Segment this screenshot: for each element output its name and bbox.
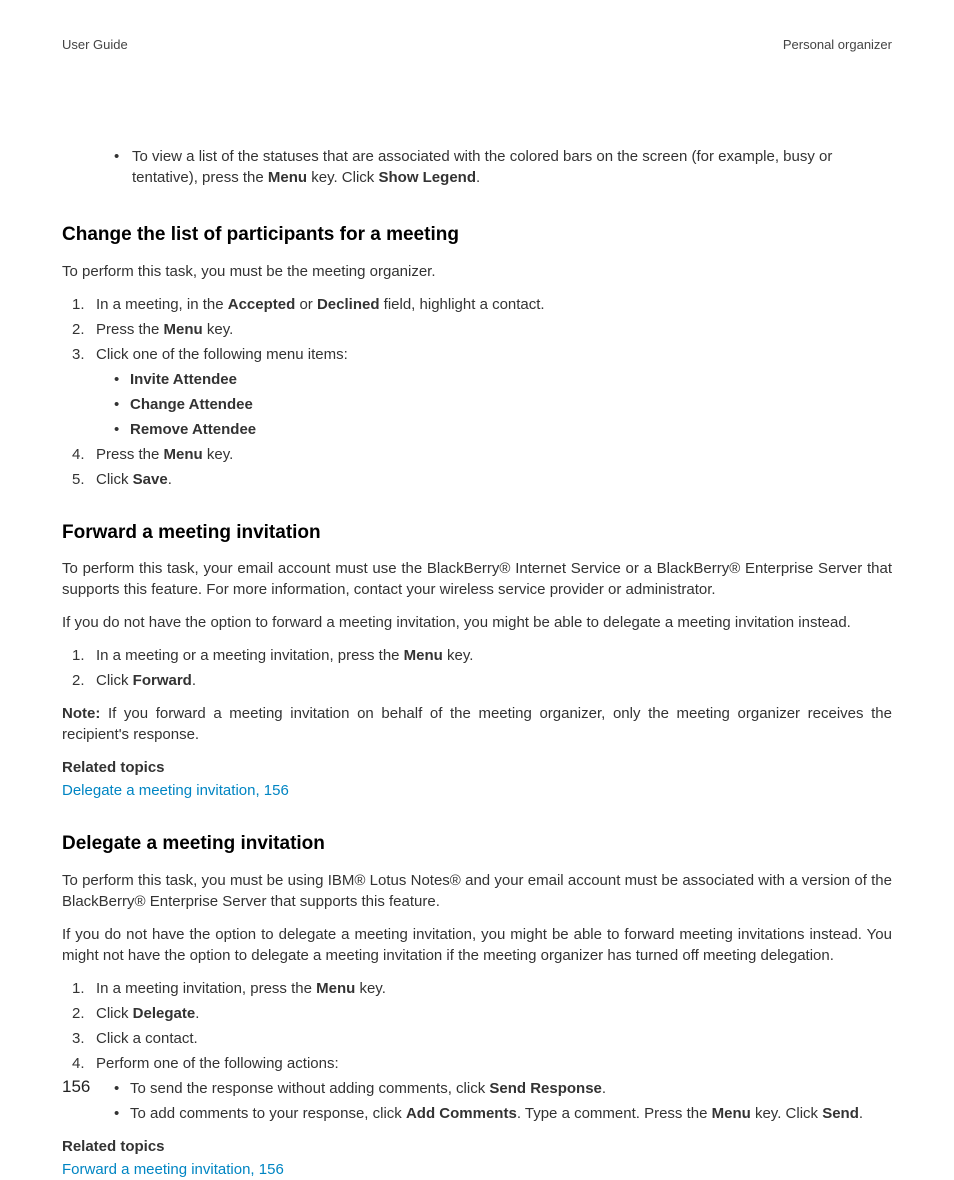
step: Click Forward.: [72, 670, 892, 691]
paragraph: If you do not have the option to forward…: [62, 612, 892, 633]
bold: Add Comments: [406, 1105, 517, 1122]
bold: Delegate: [133, 1005, 196, 1022]
link-delegate-invitation[interactable]: Delegate a meeting invitation, 156: [62, 780, 892, 801]
text: Click: [96, 1005, 133, 1022]
text: or: [295, 296, 317, 313]
bold: Remove Attendee: [130, 421, 256, 438]
related-topics-label: Related topics: [62, 757, 892, 778]
text: In a meeting, in the: [96, 296, 228, 313]
actions-list: To send the response without adding comm…: [114, 1078, 892, 1124]
text: .: [602, 1080, 606, 1097]
step: Press the Menu key.: [72, 319, 892, 340]
text: In a meeting invitation, press the: [96, 980, 316, 997]
menu-items-list: Invite Attendee Change Attendee Remove A…: [114, 369, 892, 440]
bold: Send Response: [489, 1080, 602, 1097]
note-text: If you forward a meeting invitation on b…: [62, 705, 892, 743]
link-forward-invitation[interactable]: Forward a meeting invitation, 156: [62, 1159, 892, 1180]
text: Press the: [96, 446, 164, 463]
step: Click one of the following menu items: I…: [72, 344, 892, 440]
bold: Menu: [316, 980, 355, 997]
steps-list: In a meeting, in the Accepted or Decline…: [72, 294, 892, 490]
bold: Accepted: [228, 296, 296, 313]
text: Click: [96, 471, 133, 488]
text: key.: [203, 446, 234, 463]
step: Perform one of the following actions: To…: [72, 1053, 892, 1124]
steps-list: In a meeting invitation, press the Menu …: [72, 978, 892, 1124]
heading-delegate-invitation: Delegate a meeting invitation: [62, 831, 892, 858]
text: In a meeting or a meeting invitation, pr…: [96, 647, 404, 664]
text: . Type a comment. Press the: [517, 1105, 712, 1122]
bold: Send: [822, 1105, 859, 1122]
status-legend-bullet: To view a list of the statuses that are …: [114, 146, 892, 188]
text: key.: [443, 647, 474, 664]
bold: Menu: [404, 647, 443, 664]
paragraph: To perform this task, your email account…: [62, 558, 892, 600]
bold: Change Attendee: [130, 396, 253, 413]
section-forward-invitation: Forward a meeting invitation To perform …: [62, 520, 892, 802]
section-change-participants: Change the list of participants for a me…: [62, 222, 892, 490]
menu-key-label: Menu: [268, 169, 307, 186]
text: To add comments to your response, click: [130, 1105, 406, 1122]
heading-change-participants: Change the list of participants for a me…: [62, 222, 892, 249]
header-left: User Guide: [62, 36, 128, 54]
bold: Forward: [133, 672, 192, 689]
text: .: [192, 672, 196, 689]
text: .: [476, 169, 480, 186]
text: Click: [96, 672, 133, 689]
text: field, highlight a contact.: [380, 296, 545, 313]
related-topics-label: Related topics: [62, 1136, 892, 1157]
text: To view a list of the statuses that are …: [132, 148, 832, 186]
text: key.: [355, 980, 386, 997]
bold: Menu: [164, 446, 203, 463]
text: Press the: [96, 321, 164, 338]
action-item: To add comments to your response, click …: [114, 1103, 892, 1124]
text: .: [168, 471, 172, 488]
menu-item: Change Attendee: [114, 394, 892, 415]
step: In a meeting or a meeting invitation, pr…: [72, 645, 892, 666]
section-delegate-invitation: Delegate a meeting invitation To perform…: [62, 831, 892, 1180]
action-item: To send the response without adding comm…: [114, 1078, 892, 1099]
menu-item: Remove Attendee: [114, 419, 892, 440]
text: Perform one of the following actions:: [96, 1055, 339, 1072]
bold: Declined: [317, 296, 380, 313]
text: key. Click: [751, 1105, 822, 1122]
step: Click a contact.: [72, 1028, 892, 1049]
step: In a meeting invitation, press the Menu …: [72, 978, 892, 999]
step: Press the Menu key.: [72, 444, 892, 465]
text: .: [195, 1005, 199, 1022]
paragraph: To perform this task, you must be using …: [62, 870, 892, 912]
bold: Invite Attendee: [130, 371, 237, 388]
header-right: Personal organizer: [783, 36, 892, 54]
intro-text: To perform this task, you must be the me…: [62, 261, 892, 282]
bold: Menu: [712, 1105, 751, 1122]
menu-item: Invite Attendee: [114, 369, 892, 390]
text: .: [859, 1105, 863, 1122]
page-number: 156: [62, 1075, 90, 1099]
step: In a meeting, in the Accepted or Decline…: [72, 294, 892, 315]
steps-list: In a meeting or a meeting invitation, pr…: [72, 645, 892, 691]
paragraph: If you do not have the option to delegat…: [62, 924, 892, 966]
step: Click Delegate.: [72, 1003, 892, 1024]
page-header: User Guide Personal organizer: [62, 36, 892, 54]
bold: Save: [133, 471, 168, 488]
text: To send the response without adding comm…: [130, 1080, 489, 1097]
show-legend-label: Show Legend: [378, 169, 476, 186]
text: key. Click: [307, 169, 378, 186]
text: key.: [203, 321, 234, 338]
step: Click Save.: [72, 469, 892, 490]
note-paragraph: Note: If you forward a meeting invitatio…: [62, 703, 892, 745]
note-label: Note:: [62, 705, 100, 722]
bold: Menu: [164, 321, 203, 338]
heading-forward-invitation: Forward a meeting invitation: [62, 520, 892, 547]
text: Click one of the following menu items:: [96, 346, 348, 363]
